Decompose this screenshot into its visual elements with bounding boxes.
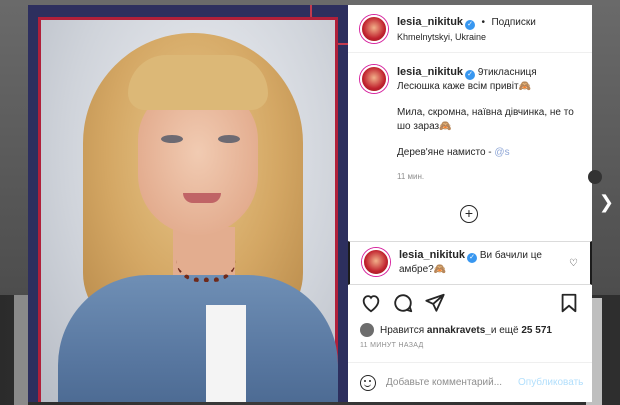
likes-count[interactable]: 25 571: [521, 325, 552, 336]
reply-username[interactable]: lesia_nikituk: [399, 249, 465, 261]
publish-button[interactable]: Опубликовать: [518, 377, 583, 388]
plus-circle-icon[interactable]: +: [460, 205, 478, 223]
portrait-mouth: [183, 193, 221, 203]
caption-avatar[interactable]: [360, 65, 388, 93]
bookmark-icon[interactable]: [558, 292, 580, 314]
author-avatar[interactable]: [360, 14, 388, 43]
comment-input[interactable]: [386, 377, 518, 388]
comment-like-heart-icon[interactable]: ♡: [569, 258, 578, 269]
verified-badge-icon: ✓: [465, 19, 476, 30]
reply-comment: lesia_nikituk ✓ Ви бачили це амбре?🙈 ♡: [348, 241, 592, 285]
heart-icon[interactable]: [360, 292, 382, 314]
more-options-icon[interactable]: [588, 170, 602, 184]
likes-summary: Нравится annakravets_ и ещё 25 571: [348, 320, 592, 340]
post-timestamp: 11 МИНУТ НАЗАД: [360, 342, 424, 349]
comments-section: lesia_nikituk ✓ 9тикласниця Лесюшка каже …: [348, 53, 592, 286]
post-location[interactable]: Khmelnytskyi, Ukraine: [397, 30, 536, 44]
add-comment-bar: Опубликовать: [348, 362, 592, 402]
caption-body: lesia_nikituk ✓ 9тикласниця Лесюшка каже …: [397, 65, 580, 184]
caption-line-3: Дерев'яне намисто -: [397, 147, 495, 158]
caption-mention-link[interactable]: @s: [494, 147, 509, 158]
background-thumbnail-left: [14, 295, 28, 405]
verified-badge-icon: ✓: [467, 253, 478, 263]
comment-icon[interactable]: [392, 292, 414, 314]
author-info: lesia_nikituk ✓ • Подписки Khmelnytskyi, …: [397, 14, 536, 44]
likes-prefix: Нравится: [380, 324, 425, 336]
following-button[interactable]: Подписки: [491, 17, 535, 28]
post-header: lesia_nikituk ✓ • Подписки Khmelnytskyi, …: [348, 5, 592, 53]
portrait-eye-left: [161, 135, 183, 143]
caption-time: 11 мин.: [397, 172, 425, 181]
portrait-bangs: [128, 55, 268, 110]
post-photo[interactable]: [28, 5, 348, 402]
portrait-eye-right: [218, 135, 240, 143]
caption-line-2: Мила, скромна, наївна дівчинка, не то шо…: [397, 107, 574, 132]
chevron-right-icon[interactable]: ❯: [599, 192, 614, 213]
post-sidebar: lesia_nikituk ✓ • Подписки Khmelnytskyi, …: [348, 5, 592, 402]
likes-middle: и ещё: [490, 324, 519, 336]
caption-comment: lesia_nikituk ✓ 9тикласниця Лесюшка каже …: [360, 65, 580, 184]
portrait-shirt: [206, 305, 246, 402]
follow-separator: •: [481, 16, 486, 28]
paper-plane-icon[interactable]: [424, 292, 446, 314]
liker-avatar[interactable]: [360, 323, 374, 337]
reply-avatar[interactable]: [362, 248, 390, 276]
post-actions: [348, 286, 592, 320]
post-modal: lesia_nikituk ✓ • Подписки Khmelnytskyi, …: [28, 5, 592, 402]
author-username[interactable]: lesia_nikituk: [397, 16, 463, 28]
liker-username[interactable]: annakravets_: [427, 325, 491, 336]
reply-body: lesia_nikituk ✓ Ви бачили це амбре?🙈: [399, 248, 559, 278]
portrait-denim-jacket: [58, 275, 338, 402]
verified-badge-icon: ✓: [465, 70, 476, 80]
emoji-icon[interactable]: [360, 374, 376, 391]
caption-username[interactable]: lesia_nikituk: [397, 66, 463, 78]
